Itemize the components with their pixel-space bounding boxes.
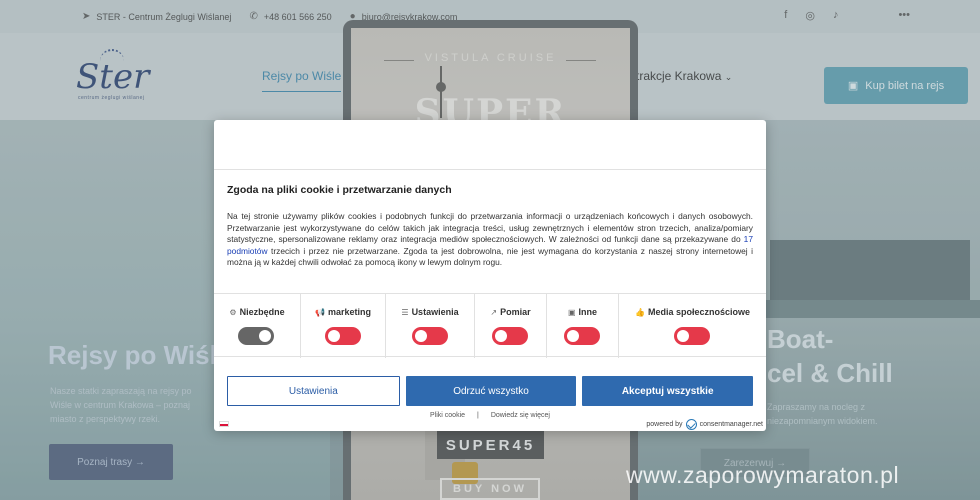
toggle-settings[interactable] [412, 327, 448, 345]
category-label: ☰ Ustawienia [386, 307, 474, 317]
consentmanager-brand: consentmanager.net [699, 421, 763, 428]
sliders-icon: ☰ [401, 308, 409, 317]
category-necessary: ⚙ Niezbędne [214, 294, 301, 358]
language-flag-icon[interactable] [219, 421, 229, 427]
category-label-text: marketing [327, 307, 371, 317]
category-settings: ☰ Ustawienia [386, 294, 475, 358]
megaphone-icon: 📢 [315, 308, 325, 317]
category-label: ▣ Inne [547, 307, 618, 317]
cookie-consent-dialog: Zgoda na pliki cookie i przetwarzanie da… [214, 120, 766, 431]
description-text-2: trzecich i przez nie przetwarzane. Zgoda… [227, 245, 753, 268]
category-label: 👍 Media społecznościowe [619, 307, 766, 317]
category-measurement: ↗ Pomiar [475, 294, 547, 358]
dialog-buttons: Ustawienia Odrzuć wszystko Akceptuj wszy… [227, 376, 754, 406]
watermark: www.zaporowymaraton.pl [626, 462, 900, 488]
toggle-marketing[interactable] [325, 327, 361, 345]
toggle-measurement[interactable] [492, 327, 528, 345]
category-label-text: Media społecznościowe [647, 307, 750, 317]
dialog-title: Zgoda na pliki cookie i przetwarzanie da… [227, 184, 452, 196]
powered-by[interactable]: powered by consentmanager.net [646, 419, 763, 430]
toggle-social-media[interactable] [674, 327, 710, 345]
category-label: ↗ Pomiar [475, 307, 546, 317]
dialog-footer-links: Pliki cookie | Dowiedz się więcej [214, 412, 766, 419]
powered-by-label: powered by [646, 421, 683, 428]
category-label-text: Inne [578, 307, 598, 317]
dialog-header [214, 120, 766, 170]
link-separator: | [477, 412, 479, 419]
accept-all-button[interactable]: Akceptuj wszystkie [582, 376, 754, 406]
chart-icon: ↗ [490, 308, 498, 317]
category-social-media: 👍 Media społecznościowe [619, 294, 766, 358]
toggle-necessary[interactable] [238, 327, 274, 345]
dialog-description: Na tej stronie używamy plików cookies i … [227, 211, 753, 269]
category-label: ⚙ Niezbędne [214, 307, 300, 317]
description-text-1: Na tej stronie używamy plików cookies i … [227, 211, 753, 244]
category-other: ▣ Inne [547, 294, 619, 358]
learn-more-link[interactable]: Dowiedz się więcej [491, 412, 550, 419]
gear-icon: ⚙ [229, 308, 237, 317]
category-label-text: Niezbędne [239, 307, 285, 317]
settings-button[interactable]: Ustawienia [227, 376, 400, 406]
chat-icon: ▣ [567, 308, 576, 317]
category-label: 📢 marketing [301, 307, 385, 317]
category-marketing: 📢 marketing [301, 294, 386, 358]
toggle-other[interactable] [564, 327, 600, 345]
thumbs-up-icon: 👍 [635, 308, 645, 317]
category-label-text: Pomiar [500, 307, 531, 317]
category-label-text: Ustawienia [411, 307, 459, 317]
cookies-link[interactable]: Pliki cookie [430, 412, 465, 419]
reject-all-button[interactable]: Odrzuć wszystko [405, 376, 577, 406]
purpose-categories: ⚙ Niezbędne 📢 marketing ☰ Ustawienia ↗ Pomia… [214, 293, 766, 358]
consentmanager-icon [685, 419, 697, 430]
